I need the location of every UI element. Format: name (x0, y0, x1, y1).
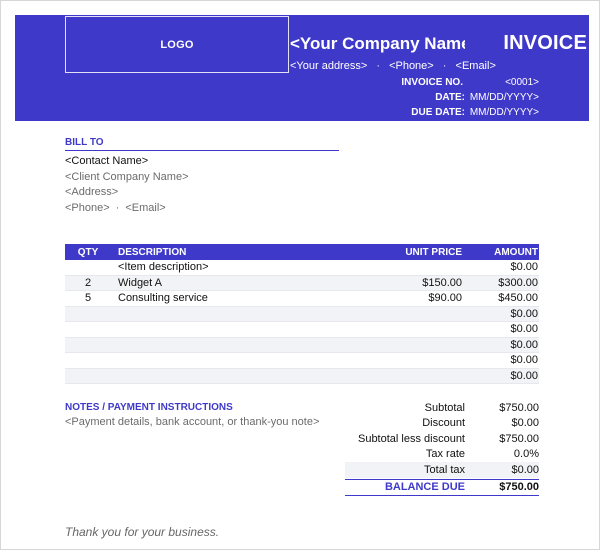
invoice-meta: INVOICE NO. <0001> DATE: MM/DD/YYYY> DUE… (349, 75, 539, 120)
subtotal-less-discount-value: $750.00 (499, 432, 539, 445)
amount-cell: $450.00 (498, 292, 538, 305)
table-row: $0.00 (65, 322, 539, 338)
qty-cell: 5 (84, 292, 92, 305)
date-label: DATE: (435, 92, 465, 103)
amount-cell: $0.00 (510, 354, 538, 367)
col-amount-header: AMOUNT (494, 246, 538, 258)
total-tax-row: Total tax $0.00 (345, 462, 539, 478)
company-email: <Email> (455, 60, 496, 72)
items-table: QTY DESCRIPTION UNIT PRICE AMOUNT <Item … (65, 244, 539, 384)
table-row: <Item description> $0.00 (65, 260, 539, 276)
table-row: $0.00 (65, 337, 539, 353)
separator-dot: · (376, 60, 380, 72)
bill-to-section: BILL TO <Contact Name> <Client Company N… (65, 137, 339, 216)
subtotal-value: $750.00 (499, 401, 539, 414)
table-row: 2 Widget A $150.00 $300.00 (65, 275, 539, 291)
date-row: DATE: MM/DD/YYYY> (349, 90, 539, 105)
bill-to-title: BILL TO (65, 137, 339, 151)
amount-cell: $0.00 (510, 323, 538, 336)
bill-to-phone: <Phone> (65, 201, 110, 214)
amount-cell: $0.00 (510, 338, 538, 351)
amount-cell: $0.00 (510, 261, 538, 274)
notes-section: NOTES / PAYMENT INSTRUCTIONS <Payment de… (65, 402, 365, 428)
invoice-title: INVOICE (503, 32, 587, 54)
totals-section: Subtotal $750.00 Discount $0.00 Subtotal… (345, 400, 539, 496)
tax-rate-label: Tax rate (425, 448, 465, 461)
unit-price-cell: $150.00 (422, 276, 462, 289)
company-name: <Your Company Name> (290, 34, 465, 53)
total-tax-value: $0.00 (511, 463, 539, 476)
description-cell: <Item description> (118, 261, 209, 274)
discount-value: $0.00 (511, 417, 539, 430)
table-row: 5 Consulting service $90.00 $450.00 (65, 291, 539, 307)
col-qty-header: QTY (77, 246, 99, 258)
thank-you-message: Thank you for your business. (65, 525, 220, 539)
separator-dot: · (442, 60, 447, 72)
notes-text: <Payment details, bank account, or thank… (65, 416, 320, 428)
amount-cell: $0.00 (510, 369, 538, 382)
invoice-no-value: <0001> (505, 77, 539, 88)
bill-to-email: <Email> (125, 201, 166, 214)
amount-cell: $0.00 (510, 307, 538, 320)
description-cell: Consulting service (118, 292, 208, 305)
due-date-value: MM/DD/YYYY> (469, 107, 539, 118)
invoice-no-label: INVOICE NO. (401, 77, 463, 88)
company-contact-line: <Your address> · <Phone> · <Email> (290, 60, 496, 72)
bill-to-address: <Address> (65, 186, 119, 198)
tax-rate-row: Tax rate 0.0% (345, 447, 539, 463)
bill-to-company-name: <Client Company Name> (65, 170, 189, 183)
description-cell: Widget A (118, 276, 163, 289)
table-row: $0.00 (65, 306, 539, 322)
date-value: MM/DD/YYYY> (469, 92, 539, 103)
due-date-label: DUE DATE: (411, 107, 465, 118)
notes-title: NOTES / PAYMENT INSTRUCTIONS (65, 402, 233, 413)
subtotal-less-discount-row: Subtotal less discount $750.00 (345, 431, 539, 447)
bill-to-contact-name: <Contact Name> (65, 155, 149, 167)
bill-to-phone-email: <Phone> · <Email> (65, 201, 339, 217)
discount-label: Discount (422, 417, 465, 430)
table-row: $0.00 (65, 353, 539, 369)
discount-row: Discount $0.00 (345, 416, 539, 432)
company-address: <Your address> (290, 60, 368, 72)
balance-due-label: BALANCE DUE (384, 481, 465, 494)
subtotal-row: Subtotal $750.00 (345, 400, 539, 416)
amount-cell: $300.00 (498, 276, 538, 289)
company-phone: <Phone> (389, 60, 434, 72)
table-row: $0.00 (65, 368, 539, 384)
separator-dot: · (115, 201, 120, 214)
tax-rate-value: 0.0% (513, 448, 539, 461)
invoice-page: LOGO <Your Company Name> INVOICE <Your a… (0, 0, 600, 550)
logo-label: LOGO (160, 38, 194, 51)
total-tax-label: Total tax (424, 463, 465, 476)
invoice-header: LOGO <Your Company Name> INVOICE <Your a… (15, 15, 589, 121)
logo-placeholder: LOGO (65, 16, 289, 73)
invoice-no-row: INVOICE NO. <0001> (349, 75, 539, 90)
balance-due-row: BALANCE DUE $750.00 (345, 478, 539, 496)
items-table-header: QTY DESCRIPTION UNIT PRICE AMOUNT (65, 244, 539, 260)
balance-due-value: $750.00 (499, 481, 539, 494)
subtotal-less-discount-label: Subtotal less discount (357, 432, 465, 445)
col-unit-price-header: UNIT PRICE (405, 246, 462, 258)
subtotal-label: Subtotal (424, 401, 465, 414)
unit-price-cell: $90.00 (428, 292, 462, 305)
qty-cell: 2 (84, 276, 92, 289)
due-date-row: DUE DATE: MM/DD/YYYY> (349, 105, 539, 120)
col-description-header: DESCRIPTION (118, 246, 187, 258)
